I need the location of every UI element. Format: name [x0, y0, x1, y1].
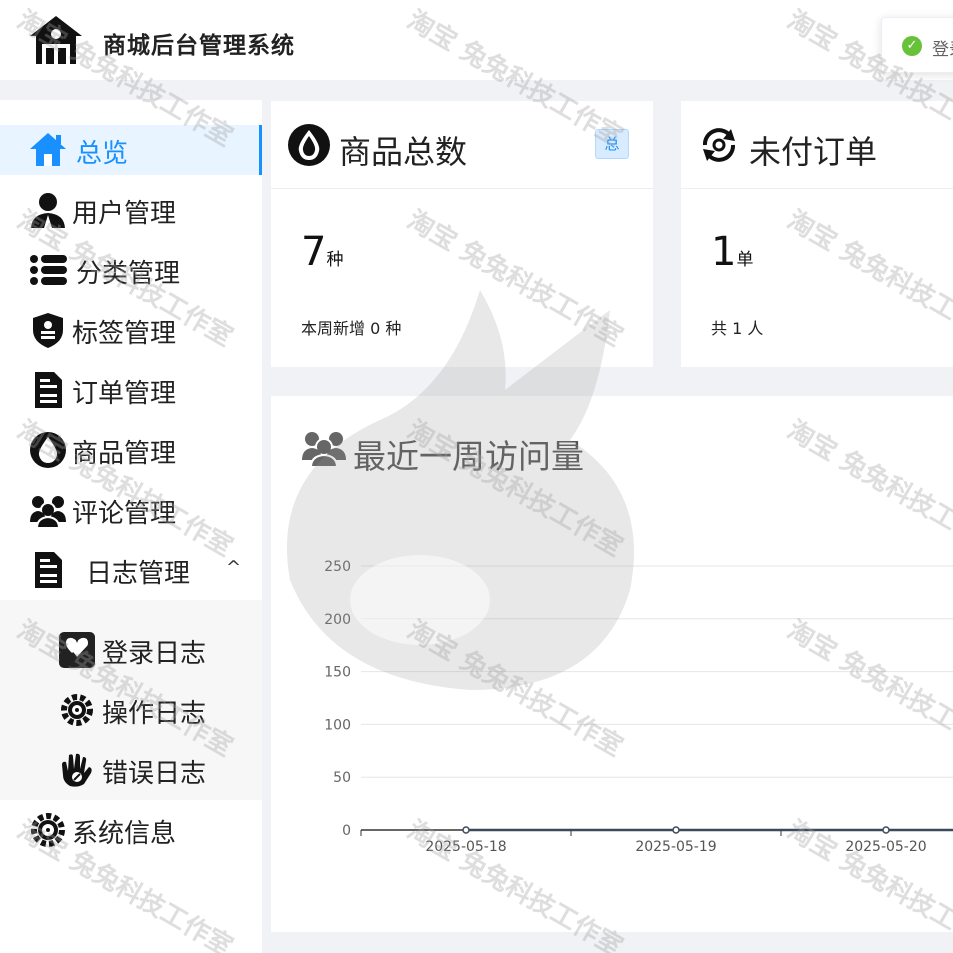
sidebar-item-error-log[interactable]: 错误日志 — [0, 745, 262, 795]
drop-icon — [30, 432, 66, 468]
unpaid-order-count: 1单 — [711, 229, 754, 275]
sidebar-item-label: 错误日志 — [102, 759, 207, 789]
hand-icon — [62, 753, 92, 787]
group-icon — [302, 432, 346, 468]
sidebar-item-products[interactable]: 商品管理 — [0, 425, 262, 475]
x-tick-label: 2025-05-18 — [425, 839, 506, 855]
app-header: 商城后台管理系统 ✓ 登录成功 — [0, 0, 953, 80]
shop-logo-icon — [30, 16, 82, 64]
login-success-toast: ✓ 登录成功 — [881, 17, 953, 73]
sidebar-item-label: 商品管理 — [72, 439, 177, 469]
drop-icon — [288, 124, 330, 166]
product-weekly-note: 本周新增 0 种 — [301, 319, 402, 338]
y-tick-label: 50 — [333, 770, 351, 786]
sidebar-item-orders[interactable]: 订单管理 — [0, 365, 262, 415]
unpaid-orders-card: 未付订单 1单 共 1 人 — [681, 101, 953, 367]
chevron-up-icon[interactable]: ^ — [226, 557, 241, 578]
sidebar-item-system-info[interactable]: 系统信息 — [0, 805, 262, 855]
card-title: 商品总数 — [339, 133, 468, 171]
list-icon — [30, 255, 67, 285]
gear-icon — [31, 813, 65, 847]
sidebar-item-label: 分类管理 — [76, 259, 181, 289]
total-badge: 总 — [595, 129, 629, 159]
document-icon — [35, 552, 62, 588]
sidebar-item-tags[interactable]: 标签管理 — [0, 305, 262, 355]
sidebar-item-users[interactable]: 用户管理 — [0, 185, 262, 235]
data-point — [672, 826, 680, 834]
sidebar-item-label: 订单管理 — [72, 379, 177, 409]
user-icon — [31, 193, 65, 228]
sidebar-item-categories[interactable]: 分类管理 — [0, 245, 262, 295]
sidebar-item-comments[interactable]: 评论管理 — [0, 485, 262, 535]
sidebar-item-label: 标签管理 — [72, 319, 177, 349]
tag-shield-icon — [33, 313, 63, 348]
card-header: 商品总数 总 — [271, 101, 653, 189]
sidebar-item-operation-log[interactable]: 操作日志 — [0, 685, 262, 735]
home-icon — [30, 133, 66, 166]
chart-title: 最近一周访问量 — [353, 437, 584, 476]
toast-message: 登录成功 — [932, 40, 953, 60]
y-tick-label: 250 — [324, 559, 351, 575]
visits-line-chart: 0 50 100 150 200 250 2025-05-18 2025-05-19 2025-… — [324, 559, 953, 855]
refresh-icon — [703, 128, 735, 162]
x-tick-label: 2025-05-19 — [635, 839, 716, 855]
unpaid-order-people: 共 1 人 — [711, 319, 764, 338]
document-icon — [35, 372, 62, 408]
data-point — [462, 826, 470, 834]
y-tick-label: 150 — [324, 665, 351, 681]
sidebar-item-label: 用户管理 — [72, 199, 177, 229]
product-total-card: 商品总数 总 7种 本周新增 0 种 — [271, 101, 653, 367]
sidebar: 总览 用户管理 分类管理 标签管理 订单管理 商品管理 评论管理 日志管理 ^ … — [0, 100, 262, 953]
app-title: 商城后台管理系统 — [103, 33, 295, 59]
y-tick-label: 200 — [324, 612, 351, 628]
data-point — [882, 826, 890, 834]
heart-check-icon — [59, 632, 95, 668]
sidebar-item-label: 系统信息 — [72, 819, 177, 849]
weekly-visits-card: 最近一周访问量 0 50 100 150 200 250 2025-05-18 2025-05… — [271, 396, 953, 932]
group-icon — [30, 496, 66, 529]
card-title: 未付订单 — [749, 133, 878, 171]
sidebar-item-label: 评论管理 — [72, 499, 177, 529]
sidebar-item-label: 操作日志 — [102, 699, 207, 729]
gear-icon — [61, 694, 93, 726]
sidebar-item-label: 日志管理 — [86, 559, 191, 589]
check-circle-icon: ✓ — [902, 36, 922, 56]
card-header: 未付订单 — [681, 101, 953, 189]
log-submenu: 登录日志 操作日志 错误日志 — [0, 600, 262, 800]
y-tick-label: 100 — [324, 717, 351, 733]
sidebar-item-overview[interactable]: 总览 — [0, 125, 262, 175]
sidebar-item-logs[interactable]: 日志管理 ^ — [0, 545, 262, 595]
sidebar-item-label: 总览 — [76, 139, 129, 169]
y-tick-label: 0 — [342, 823, 351, 839]
sidebar-item-login-log[interactable]: 登录日志 — [0, 625, 262, 675]
x-tick-label: 2025-05-20 — [845, 839, 926, 855]
product-count: 7种 — [301, 229, 344, 275]
sidebar-item-label: 登录日志 — [102, 639, 207, 669]
